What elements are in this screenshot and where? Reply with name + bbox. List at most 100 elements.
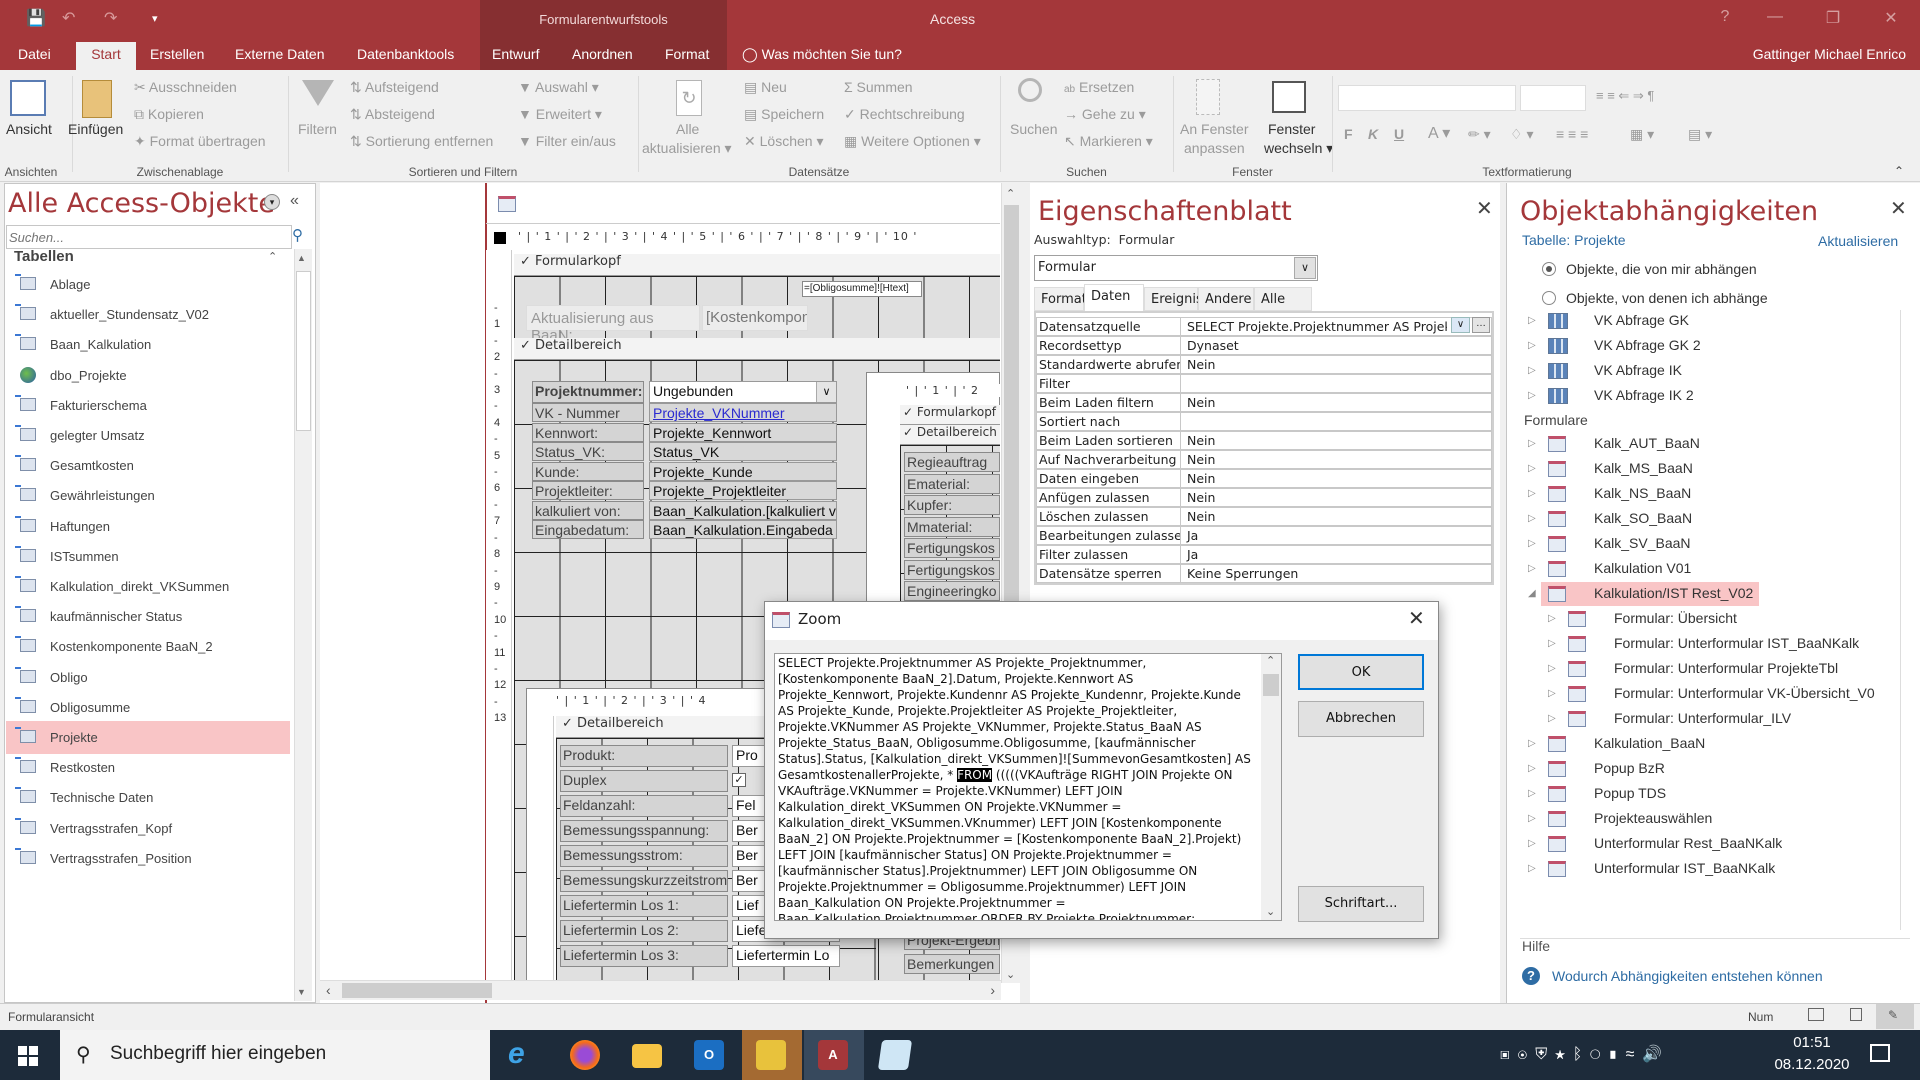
expand-triangle-icon[interactable]: ▷ — [1528, 340, 1536, 351]
nav-scroll-thumb[interactable] — [296, 271, 311, 431]
form-hscroll-thumb[interactable] — [342, 983, 492, 998]
chevron-down-icon[interactable]: ∨ — [1451, 317, 1470, 333]
nav-item[interactable]: Obligosumme — [6, 691, 290, 724]
alt-row-color-button[interactable]: ▤ ▾ — [1688, 126, 1712, 143]
property-value[interactable]: Dynaset — [1185, 337, 1491, 354]
nav-item[interactable]: Restkosten — [6, 751, 290, 784]
underline-button[interactable]: U — [1394, 126, 1404, 142]
expand-triangle-icon[interactable]: ▷ — [1528, 788, 1536, 799]
radio-i-depend-on-label[interactable]: Objekte, von denen ich abhänge — [1566, 290, 1768, 306]
spelling-button[interactable]: ✓ Rechtschreibung — [844, 106, 965, 123]
close-icon[interactable]: ✕ — [1476, 196, 1493, 221]
filter-button[interactable]: Filtern — [298, 121, 337, 137]
nav-search-input[interactable] — [6, 225, 292, 249]
copy-button[interactable]: ⧉ Kopieren — [134, 106, 204, 123]
search-icon[interactable]: ⚲ — [292, 226, 303, 244]
field-control[interactable]: Projekte_Kunde — [649, 461, 837, 481]
delete-record-button[interactable]: ✕ Löschen ▾ — [744, 133, 823, 150]
property-value[interactable]: Ja — [1185, 546, 1491, 563]
radio-i-depend-on[interactable] — [1542, 291, 1556, 305]
customize-quick-access-icon[interactable]: ▾ — [152, 12, 158, 25]
undo-icon[interactable]: ↶ — [62, 8, 75, 28]
dependency-form-item[interactable]: Formular: Unterformular_ILV — [1614, 710, 1791, 726]
radio-depend-on-me-label[interactable]: Objekte, die von mir abhängen — [1566, 261, 1757, 277]
form-selector[interactable] — [494, 232, 506, 244]
nav-item[interactable]: Projekte — [6, 721, 290, 754]
dependency-form-item[interactable]: Kalk_SV_BaaN — [1594, 535, 1691, 551]
field-control[interactable]: Projekte_VKNummer — [649, 403, 837, 422]
nav-item[interactable]: Fakturierschema — [6, 389, 290, 422]
nav-item[interactable]: kaufmännischer Status — [6, 600, 290, 633]
property-value[interactable]: Nein — [1185, 432, 1491, 449]
totals-button[interactable]: Σ Summen — [844, 79, 913, 95]
property-row[interactable]: Beim Laden sortieren Nein — [1036, 431, 1492, 450]
nav-item[interactable]: Kalkulation_direkt_VKSummen — [6, 570, 290, 603]
field-control[interactable]: Status_VK — [649, 442, 837, 461]
tab-anordnen[interactable]: Anordnen — [572, 46, 633, 62]
nav-item[interactable]: gelegter Umsatz — [6, 419, 290, 452]
subform-2-label[interactable]: Produkt: — [560, 745, 728, 767]
nav-item[interactable]: Obligo — [6, 661, 290, 694]
save-record-button[interactable]: ▤ Speichern — [744, 106, 824, 123]
refresh-all-button[interactable]: aktualisieren ▾ — [642, 140, 732, 157]
property-row[interactable]: Bearbeitungen zulassen Ja — [1036, 526, 1492, 545]
scroll-down-icon[interactable]: ▼ — [297, 987, 306, 997]
chevron-down-icon[interactable]: ∨ — [816, 382, 836, 402]
dependency-form-item[interactable]: Formular: Übersicht — [1614, 610, 1737, 626]
field-label[interactable]: Kunde: — [532, 461, 644, 481]
subform-2-label[interactable]: Liefertermin Los 2: — [560, 920, 728, 942]
property-row[interactable]: Löschen zulassen Nein — [1036, 507, 1492, 526]
chevron-down-icon[interactable]: ∨ — [1294, 257, 1316, 279]
property-value[interactable]: Nein — [1185, 470, 1491, 487]
fill-color-button[interactable]: ♢ ▾ — [1510, 126, 1533, 143]
header-expression-field[interactable]: =[Obligosumme]![Htext] — [802, 281, 922, 297]
tab-start[interactable]: Start — [76, 42, 136, 70]
nav-item[interactable]: aktueller_Stundensatz_V02 — [6, 298, 290, 331]
expand-triangle-icon[interactable]: ▷ — [1528, 813, 1536, 824]
subform-1-label[interactable]: Mmaterial: — [904, 516, 1000, 537]
gridlines-button[interactable]: ▦ ▾ — [1630, 126, 1654, 143]
cut-button[interactable]: ✂ Ausschneiden — [134, 79, 237, 96]
align-buttons[interactable]: ≡ ≡ ≡ — [1556, 126, 1588, 142]
nav-section-header[interactable]: Tabellen — [14, 248, 74, 265]
font-name-select[interactable] — [1338, 85, 1516, 111]
subform-1-label[interactable]: Fertigungskos — [904, 559, 1000, 580]
dependency-form-item[interactable]: Kalkulation_BaaN — [1594, 735, 1705, 751]
sql-text-area[interactable]: SELECT Projekte.Projektnummer AS Projekt… — [774, 653, 1282, 921]
refresh-link[interactable]: Aktualisieren — [1818, 233, 1898, 249]
system-tray-icons[interactable]: ▣◉⛨★ᛒ◯▮≈🔊 — [1500, 1044, 1670, 1064]
field-label[interactable]: Kennwort: — [532, 422, 644, 442]
projektnummer-label[interactable]: Projektnummer: — [532, 381, 644, 403]
advanced-filter-button[interactable]: ▼ Erweitert ▾ — [518, 106, 602, 123]
ok-button[interactable]: OK — [1298, 654, 1424, 690]
dependency-form-item[interactable]: Popup BzR — [1594, 760, 1665, 776]
replace-button[interactable]: ab Ersetzen — [1064, 79, 1134, 95]
property-value[interactable]: Nein — [1185, 394, 1491, 411]
radio-depend-on-me[interactable] — [1542, 262, 1556, 276]
scroll-up-icon[interactable]: ⌃ — [1266, 654, 1275, 667]
property-row[interactable]: Anfügen zulassen Nein — [1036, 488, 1492, 507]
nav-item[interactable]: dbo_Projekte — [6, 359, 290, 392]
property-row[interactable]: Recordsettyp Dynaset — [1036, 336, 1492, 355]
access-icon[interactable]: A — [818, 1040, 848, 1070]
nav-item[interactable]: Kostenkomponente BaaN_2 — [6, 630, 290, 663]
firefox-icon[interactable] — [570, 1040, 600, 1070]
collapse-ribbon-icon[interactable]: ⌃ — [1894, 164, 1904, 178]
subform-2-label[interactable]: Liefertermin Los 3: — [560, 945, 728, 967]
expand-triangle-icon[interactable]: ▷ — [1528, 315, 1536, 326]
subform-1-label[interactable]: Ematerial: — [904, 473, 1000, 494]
expand-triangle-icon[interactable]: ◢ — [1528, 588, 1536, 599]
close-window-button[interactable]: ✕ — [1876, 8, 1906, 28]
scroll-up-icon[interactable]: ▲ — [297, 253, 306, 263]
clock-date[interactable]: 08.12.2020 — [1774, 1056, 1850, 1073]
form-view-icon[interactable] — [1808, 1008, 1824, 1021]
collapse-section-icon[interactable]: ⌃ — [268, 250, 277, 263]
switch-windows-button[interactable]: wechseln ▾ — [1264, 140, 1333, 157]
subform-2-label[interactable]: Feldanzahl: — [560, 795, 728, 817]
field-label[interactable]: Eingabedatum: — [532, 520, 644, 539]
property-value[interactable]: SELECT Projekte.Projektnummer AS Projekt… — [1185, 318, 1447, 335]
new-record-button[interactable]: ▤ Neu — [744, 79, 787, 96]
field-control[interactable]: Baan_Kalkulation.Eingabeda — [649, 520, 837, 539]
property-row[interactable]: Daten eingeben Nein — [1036, 469, 1492, 488]
build-ellipsis-button[interactable]: … — [1472, 317, 1490, 333]
